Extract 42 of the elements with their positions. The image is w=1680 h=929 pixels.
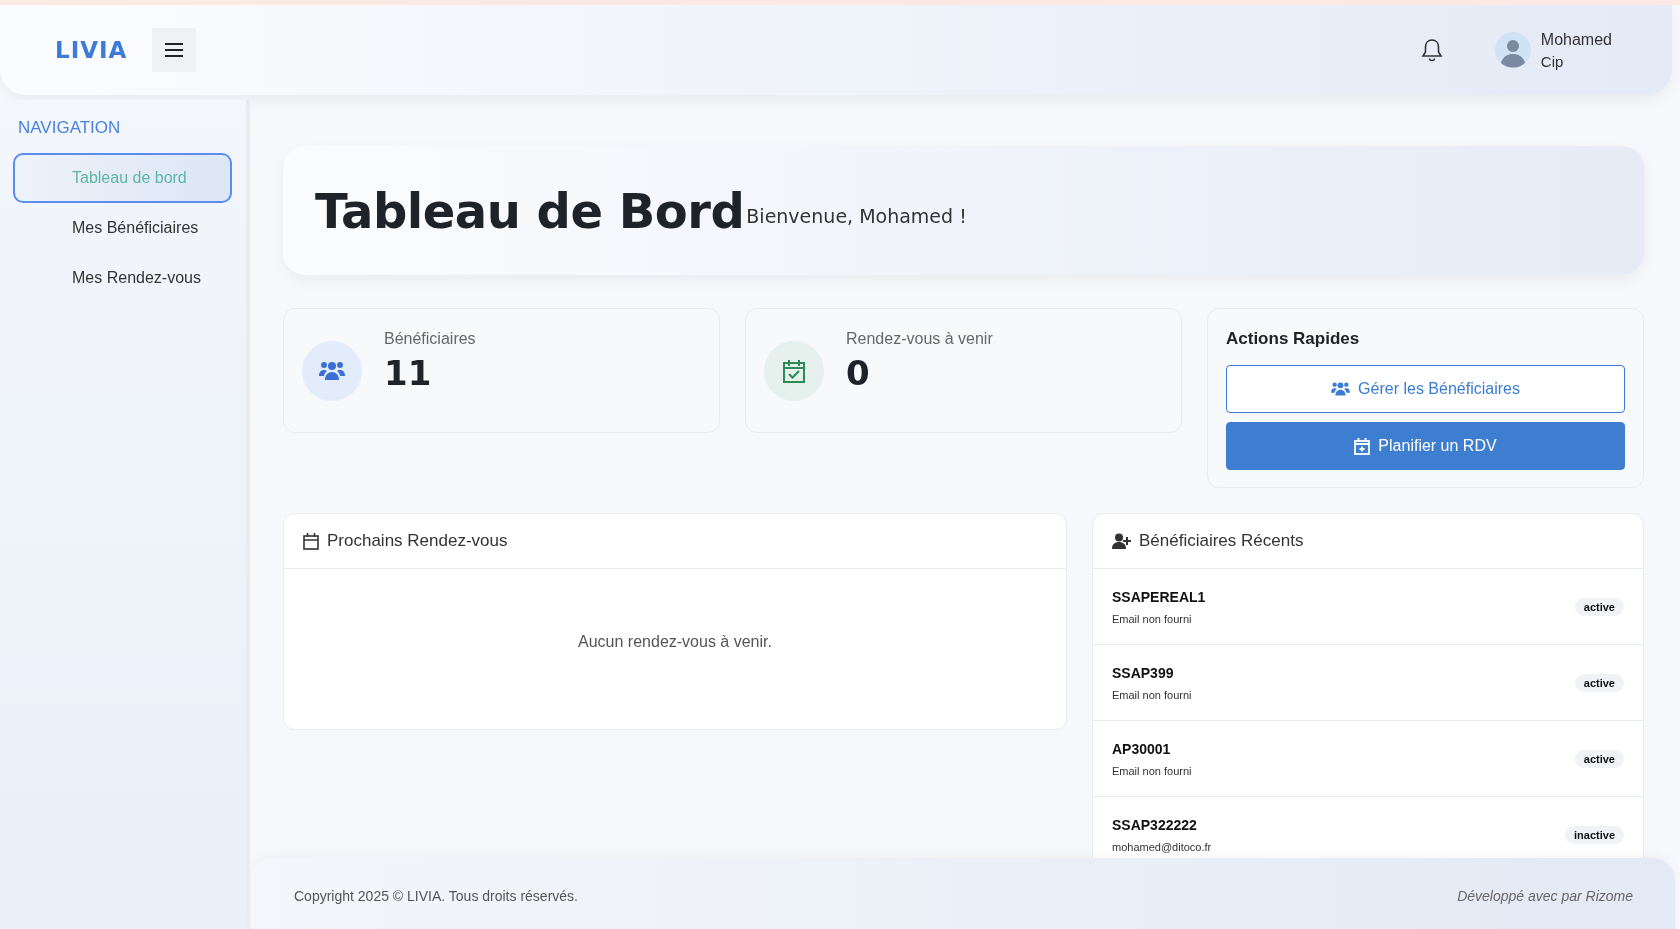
calendar-check-icon bbox=[783, 358, 805, 383]
panel-title: Prochains Rendez-vous bbox=[327, 531, 508, 551]
user-name: Mohamed bbox=[1540, 30, 1612, 49]
calendar-icon bbox=[303, 532, 319, 550]
panel-title: Bénéficiaires Récents bbox=[1139, 531, 1304, 551]
avatar-icon[interactable] bbox=[1494, 32, 1531, 68]
card-title: Actions Rapides bbox=[1226, 329, 1361, 349]
beneficiary-email: Email non fourni bbox=[1112, 764, 1192, 777]
beneficiary-name[interactable]: SSAP399 bbox=[1112, 664, 1192, 681]
status-badge: inactive bbox=[1565, 825, 1624, 844]
nav-item[interactable]: Mes Bénéficiaires bbox=[13, 203, 232, 253]
stat-value: 11 bbox=[384, 353, 433, 393]
page-title: Tableau de Bord bbox=[315, 182, 745, 239]
action-button[interactable]: Planifier un RDV bbox=[1226, 422, 1625, 470]
users-icon bbox=[319, 359, 345, 382]
welcome-message: Bienvenue, Mohamed ! bbox=[746, 204, 967, 227]
status-badge: active bbox=[1574, 673, 1624, 692]
empty-message: Aucun rendez-vous à venir. bbox=[577, 632, 773, 652]
beneficiary-name[interactable]: SSAP322222 bbox=[1112, 816, 1212, 833]
nav-item[interactable]: Mes Rendez-vous bbox=[13, 253, 232, 303]
beneficiary-name[interactable]: SSAPEREAL1 bbox=[1112, 588, 1206, 605]
credit-text: Développé avec par Rizome bbox=[1457, 888, 1633, 904]
copyright-text: Copyright 2025 © LIVIA. Tous droits réservés. bbox=[294, 888, 578, 904]
app-logo[interactable]: LIVIA bbox=[55, 37, 128, 63]
beneficiary-name[interactable]: AP30001 bbox=[1112, 740, 1192, 757]
beneficiary-email: Email non fourni bbox=[1112, 688, 1192, 701]
stat-value: 0 bbox=[846, 353, 871, 393]
nav-heading: NAVIGATION bbox=[18, 118, 122, 138]
beneficiary-email: mohamed@ditoco.fr bbox=[1112, 840, 1212, 853]
status-badge: active bbox=[1574, 749, 1624, 768]
user-plus-icon bbox=[1112, 533, 1131, 549]
bell-icon[interactable] bbox=[1420, 38, 1443, 62]
menu-icon bbox=[165, 43, 184, 57]
user-role: Cip bbox=[1540, 52, 1565, 70]
action-button[interactable]: Gérer les Bénéficiaires bbox=[1226, 365, 1625, 413]
beneficiary-email: Email non fourni bbox=[1112, 612, 1193, 625]
status-badge: active bbox=[1574, 597, 1624, 616]
menu-button[interactable] bbox=[152, 28, 197, 72]
users-icon bbox=[1331, 381, 1351, 397]
stat-label: Bénéficiaires bbox=[384, 330, 476, 348]
stat-label: Rendez-vous à venir bbox=[846, 330, 993, 348]
calendar-plus-icon bbox=[1354, 437, 1371, 455]
